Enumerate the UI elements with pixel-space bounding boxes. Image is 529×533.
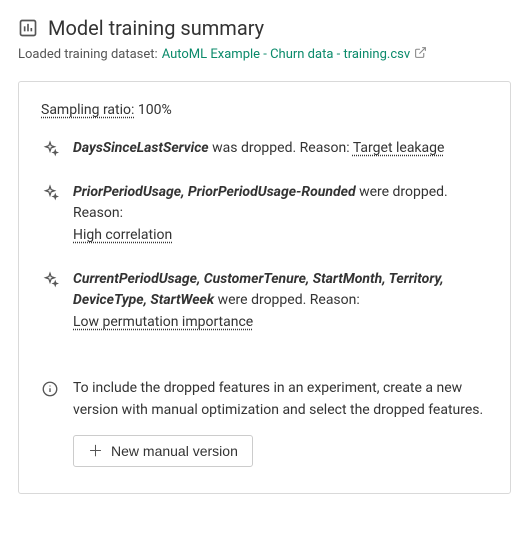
feature-list: PriorPeriodUsage, PriorPeriodUsage-Round… [73,184,356,200]
info-body: To include the dropped features in an ex… [73,378,488,467]
sampling-ratio-value: 100% [138,102,172,118]
info-row: To include the dropped features in an ex… [41,378,488,467]
drop-item: CurrentPeriodUsage, CustomerTenure, Star… [41,269,488,334]
plus-icon: ＋ [88,444,103,459]
info-icon [41,380,59,398]
sparkle-icon [41,140,59,158]
external-link-icon [414,46,427,63]
reason-link[interactable]: Target leakage [353,140,445,156]
sparkle-icon [41,184,59,202]
dataset-row: Loaded training dataset: AutoML Example … [18,46,511,63]
reason-link[interactable]: Low permutation importance [73,314,253,330]
drop-suffix: were dropped. Reason: [214,292,360,308]
info-text: To include the dropped features in an ex… [73,378,488,421]
feature-list: DaysSinceLastService [73,140,209,156]
drop-item-body: CurrentPeriodUsage, CustomerTenure, Star… [73,269,488,334]
sampling-ratio-row: Sampling ratio: 100% [41,102,488,118]
sampling-ratio-label[interactable]: Sampling ratio: [41,102,134,118]
bar-chart-icon [18,18,38,38]
summary-card: Sampling ratio: 100% DaysSinceLastServic… [18,81,511,494]
button-label: New manual version [111,443,238,459]
drop-item-body: DaysSinceLastService was dropped. Reason… [73,138,488,160]
dataset-link[interactable]: AutoML Example - Churn data - training.c… [162,46,427,63]
page-title: Model training summary [48,16,264,40]
page-header: Model training summary [18,16,511,40]
drop-suffix: was dropped. Reason: [209,140,353,156]
reason-link[interactable]: High correlation [73,227,172,243]
drop-item: DaysSinceLastService was dropped. Reason… [41,138,488,160]
sparkle-icon [41,271,59,289]
dataset-name: AutoML Example - Churn data - training.c… [162,47,410,62]
new-manual-version-button[interactable]: ＋ New manual version [73,435,253,467]
drop-item: PriorPeriodUsage, PriorPeriodUsage-Round… [41,182,488,247]
dataset-label: Loaded training dataset: [18,47,158,62]
drop-item-body: PriorPeriodUsage, PriorPeriodUsage-Round… [73,182,488,247]
